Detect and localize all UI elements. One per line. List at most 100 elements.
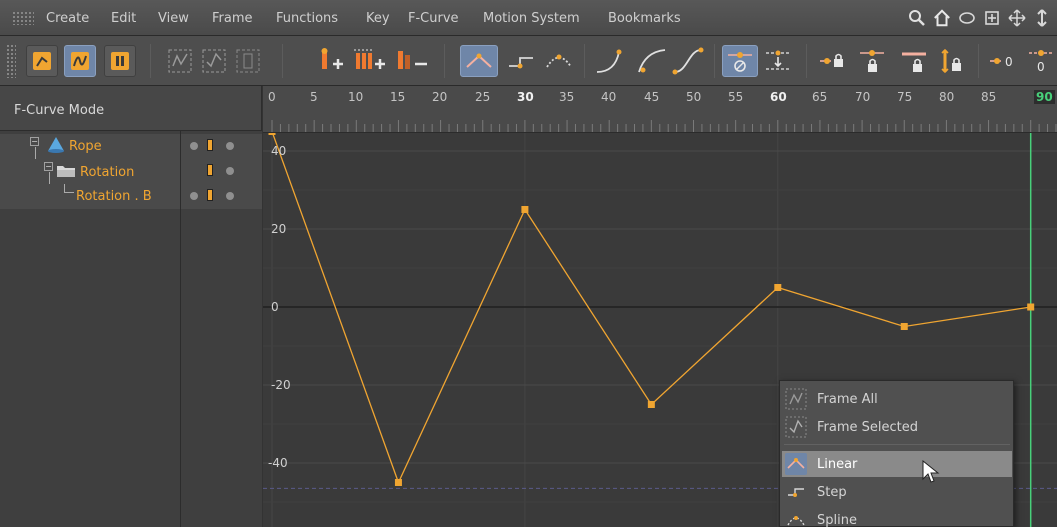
ruler-tick: 10 — [348, 90, 364, 104]
menu-step[interactable]: Step — [782, 479, 1012, 505]
motion-mode-button[interactable] — [104, 45, 136, 77]
lock-tangent-icon — [820, 53, 843, 67]
add-key-button[interactable] — [314, 45, 350, 77]
remove-key-icon — [398, 51, 427, 69]
zero-value-button[interactable]: 0 — [1024, 45, 1057, 77]
menu-motion-system[interactable]: Motion System — [483, 11, 580, 26]
collapse-icon[interactable]: − — [44, 162, 53, 171]
menu-f-curve[interactable]: F-Curve — [408, 11, 459, 26]
zero-length-button[interactable] — [760, 45, 796, 77]
ruler-tick: 15 — [390, 90, 406, 104]
zero-tangent-icon: 0 — [990, 55, 1013, 69]
zero-angle-button[interactable] — [722, 45, 758, 77]
key-mode-button[interactable] — [26, 45, 58, 77]
ruler-tick: 25 — [475, 90, 491, 104]
lock-time-icon — [860, 50, 884, 72]
f-curve-mode-icon — [71, 52, 89, 70]
menu-frame[interactable]: Frame — [212, 11, 253, 26]
move-icon[interactable] — [1008, 8, 1026, 28]
cone-icon — [48, 137, 64, 153]
f-curve-mode-button[interactable] — [64, 45, 96, 77]
menu-grip-icon[interactable] — [12, 11, 34, 25]
y-tick-label: -20 — [271, 378, 291, 392]
collapse-icon[interactable]: − — [30, 137, 39, 146]
step-icon — [509, 57, 533, 69]
frame-icon[interactable] — [983, 8, 1001, 28]
menu-edit[interactable]: Edit — [111, 11, 136, 26]
lock-time-button[interactable] — [854, 45, 890, 77]
spline-icon — [546, 54, 572, 68]
context-menu: Frame All Frame Selected Linear Step Spl… — [779, 380, 1014, 527]
menu-key[interactable]: Key — [366, 11, 390, 26]
linear-icon — [466, 53, 492, 68]
frame-all-icon — [168, 49, 192, 73]
frame-selected-icon — [202, 49, 226, 73]
lock-value-icon — [902, 52, 926, 72]
keyframe-point[interactable] — [1027, 303, 1035, 311]
ruler-tick: 60 — [770, 90, 787, 104]
search-icon[interactable] — [908, 8, 926, 28]
step-button[interactable] — [502, 45, 540, 77]
ruler-tick: 20 — [432, 90, 448, 104]
toolbar: 0 0 — [0, 36, 1057, 86]
timeline-ruler[interactable]: 0 5 10 15 20 25 30 35 40 45 50 55 60 65 … — [263, 86, 1057, 133]
toolbar-grip-icon[interactable] — [6, 44, 16, 78]
menu-frame-selected[interactable]: Frame Selected — [782, 414, 1012, 440]
arrows-icon[interactable] — [1033, 8, 1051, 28]
menu-functions[interactable]: Functions — [276, 11, 338, 26]
add-keys-icon — [354, 49, 385, 69]
remove-key-button[interactable] — [392, 45, 432, 77]
ruler-tick: 35 — [559, 90, 575, 104]
linear-icon — [785, 453, 807, 475]
frame-all-icon — [785, 388, 807, 410]
ease-icon — [672, 47, 704, 75]
menu-linear[interactable]: Linear — [782, 451, 1012, 483]
frame-all-button[interactable] — [164, 45, 196, 77]
lock-value-button[interactable] — [896, 45, 932, 77]
lock-length-icon — [941, 48, 961, 74]
ghost-button[interactable] — [232, 45, 264, 77]
circle-icon[interactable] — [958, 8, 976, 28]
svg-text:0: 0 — [1037, 60, 1045, 74]
ruler-tick: 30 — [517, 90, 534, 104]
ruler-tick: 65 — [812, 90, 828, 104]
tree-row-rope[interactable]: − Rope — [0, 134, 262, 167]
keyframe-point[interactable] — [900, 323, 908, 330]
menu-bookmarks[interactable]: Bookmarks — [608, 11, 681, 26]
menu-frame-all[interactable]: Frame All — [782, 386, 1012, 412]
menu-view[interactable]: View — [158, 11, 189, 26]
tree-label-rotation: Rotation — [80, 165, 135, 180]
zero-angle-icon — [728, 52, 752, 72]
zero-tangent-button[interactable]: 0 — [984, 45, 1020, 77]
step-icon — [785, 481, 807, 503]
key-mode-icon — [33, 52, 51, 70]
ease-in-button[interactable] — [590, 45, 630, 77]
y-tick-label: 0 — [271, 300, 279, 314]
lock-tangent-button[interactable] — [814, 45, 850, 77]
ease-button[interactable] — [668, 45, 708, 77]
frame-selected-button[interactable] — [198, 45, 230, 77]
keyframe-point[interactable] — [647, 401, 655, 408]
keyframe-point[interactable] — [268, 133, 276, 135]
menu-bar: Create Edit View Frame Functions Key F-C… — [0, 0, 1057, 36]
linear-button[interactable] — [460, 45, 498, 77]
home-icon[interactable] — [933, 8, 951, 28]
tree-row-rotation[interactable]: − Rotation — [0, 159, 262, 186]
lock-length-button[interactable] — [934, 45, 970, 77]
left-panel: F-Curve Mode − Rope − Rotation Rotation … — [0, 86, 262, 527]
keyframe-point[interactable] — [521, 206, 529, 213]
ease-out-button[interactable] — [632, 45, 672, 77]
keyframe-point[interactable] — [774, 284, 782, 291]
motion-mode-icon — [111, 52, 129, 70]
menu-spline[interactable]: Spline — [782, 507, 1012, 527]
menu-label: Frame All — [817, 391, 878, 407]
ruler-tick: 5 — [310, 90, 318, 104]
spline-button[interactable] — [540, 45, 578, 77]
tree-row-rotation-b[interactable]: Rotation . B — [0, 184, 262, 209]
svg-text:0: 0 — [1005, 55, 1013, 69]
menu-create[interactable]: Create — [46, 11, 89, 26]
y-tick-label: -40 — [268, 456, 288, 470]
add-keys-button[interactable] — [350, 45, 390, 77]
keyframe-point[interactable] — [394, 479, 402, 486]
menu-label: Step — [817, 484, 847, 500]
